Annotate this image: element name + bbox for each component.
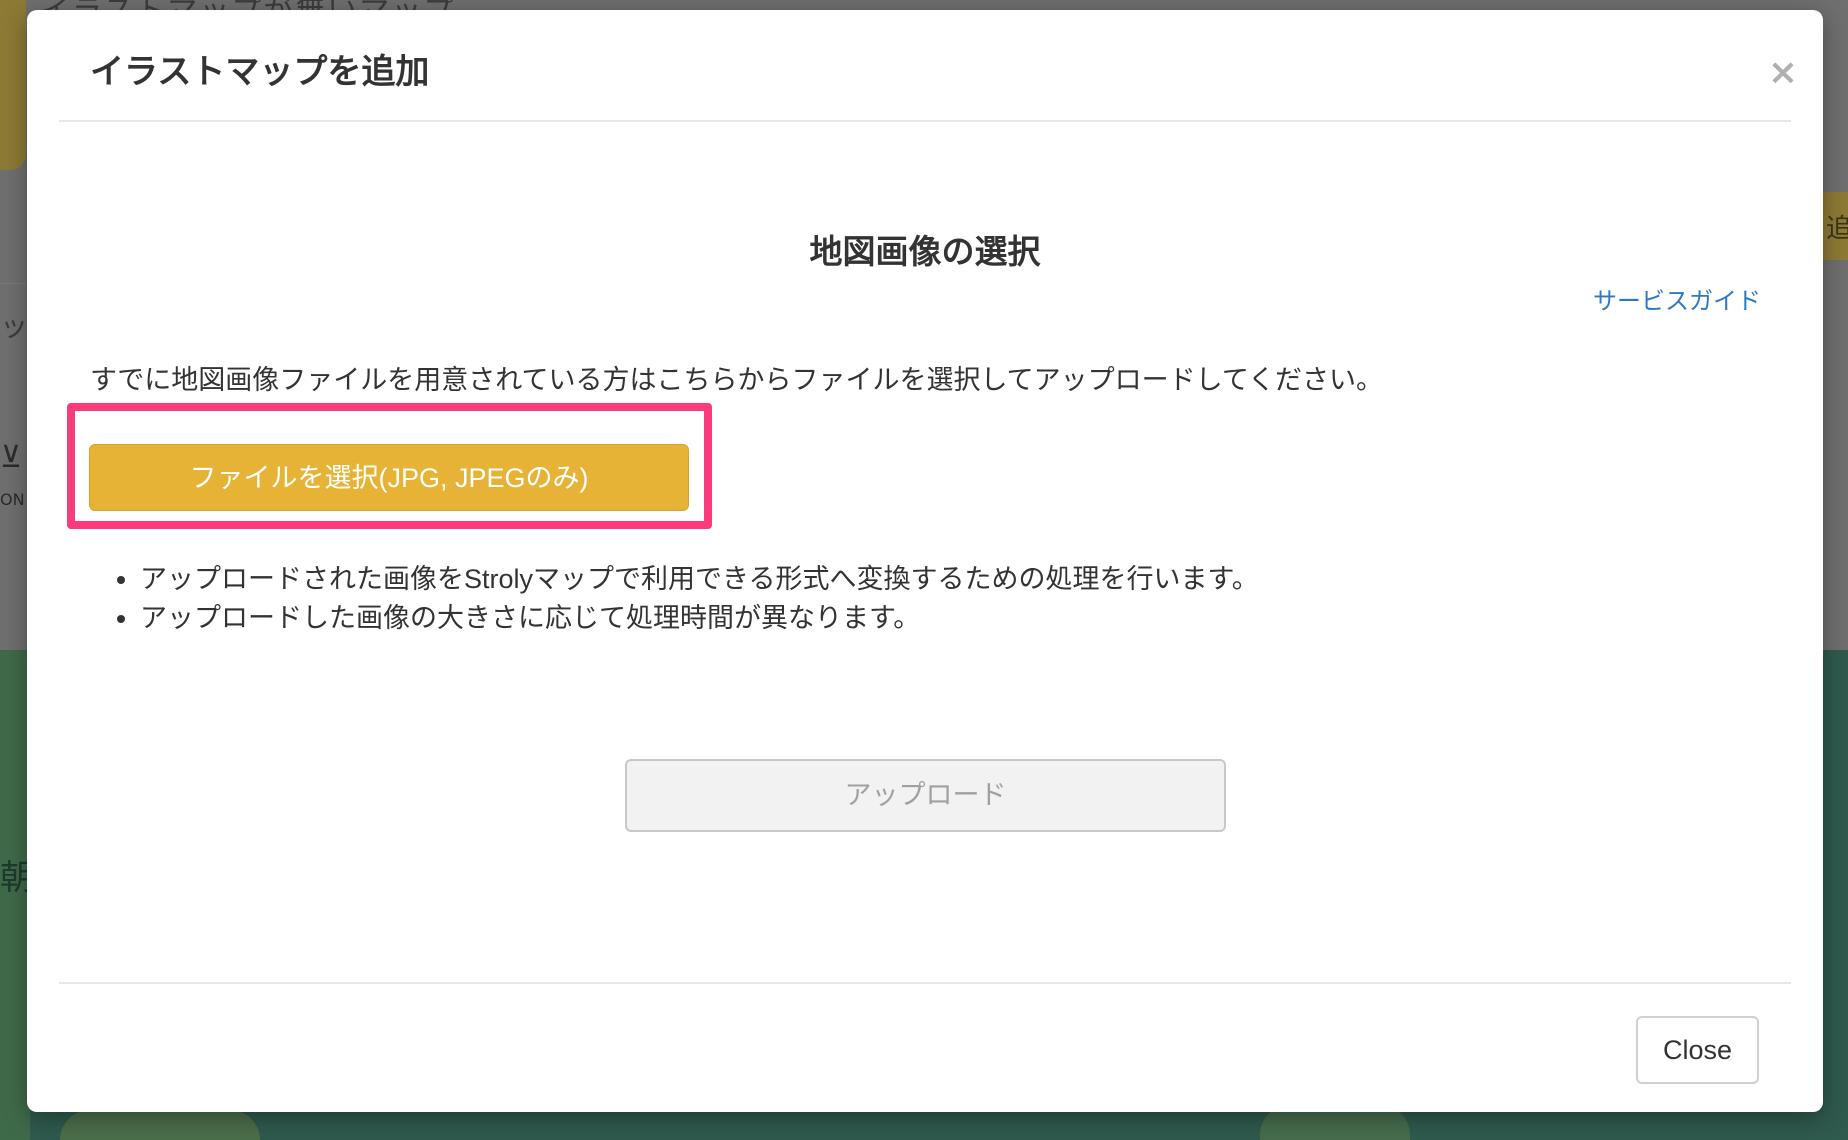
close-button[interactable]: Close: [1636, 1016, 1759, 1084]
add-illustration-map-modal: イラストマップを追加 × 地図画像の選択 サービスガイド すでに地図画像ファイル…: [27, 10, 1823, 1112]
close-icon[interactable]: ×: [1763, 50, 1803, 96]
background-divider: [0, 283, 26, 284]
notes-list: アップロードされた画像をStrolyマップで利用できる形式へ変換するための処理を…: [90, 560, 1790, 638]
header-divider: [59, 120, 1791, 122]
upload-button[interactable]: アップロード: [625, 759, 1226, 832]
background-map-land: [60, 1110, 260, 1140]
intro-text: すでに地図画像ファイルを用意されている方はこちらからファイルを選択してアップロー…: [90, 365, 1384, 395]
background-label: ON: [0, 490, 25, 509]
list-item: アップロードした画像の大きさに応じて処理時間が異なります。: [140, 599, 1790, 638]
list-item: アップロードされた画像をStrolyマップで利用できる形式へ変換するための処理を…: [140, 560, 1790, 599]
background-add-tab-label: 追: [1826, 214, 1848, 244]
background-download-icon: ⊻: [0, 440, 22, 475]
service-guide-link[interactable]: サービスガイド: [1593, 286, 1793, 318]
section-title: 地図画像の選択: [809, 232, 1041, 271]
background-yellow-panel: [0, 0, 26, 170]
footer-divider: [59, 982, 1791, 984]
choose-file-button[interactable]: ファイルを選択(JPG, JPEGのみ): [89, 444, 689, 511]
modal-title: イラストマップを追加: [90, 52, 430, 92]
